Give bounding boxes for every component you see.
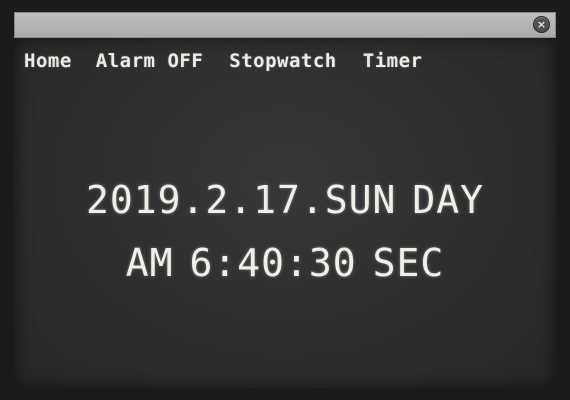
menu-timer[interactable]: Timer	[363, 50, 423, 72]
meridiem-label: AM	[125, 241, 174, 285]
alarm-toggle[interactable]: OFF	[167, 50, 203, 72]
clock-screen: Home Alarm OFF Stopwatch Timer 2019.2.17…	[14, 38, 556, 388]
clock-window: × Home Alarm OFF Stopwatch Timer 2019.2.…	[0, 0, 570, 400]
sec-label: SEC	[372, 241, 445, 285]
time-value: 6:40:30	[189, 241, 357, 285]
menu-alarm[interactable]: Alarm	[96, 50, 156, 72]
day-label: DAY	[412, 178, 485, 222]
menu-home[interactable]: Home	[24, 50, 72, 72]
menu-bar: Home Alarm OFF Stopwatch Timer	[24, 50, 556, 72]
title-bar[interactable]: ×	[14, 12, 556, 38]
date-display: 2019.2.17.SUN DAY	[14, 178, 556, 222]
date-value: 2019.2.17.SUN	[85, 178, 397, 222]
time-display: AM 6:40:30 SEC	[14, 241, 556, 285]
close-icon[interactable]: ×	[533, 16, 550, 33]
menu-stopwatch[interactable]: Stopwatch	[229, 50, 336, 72]
